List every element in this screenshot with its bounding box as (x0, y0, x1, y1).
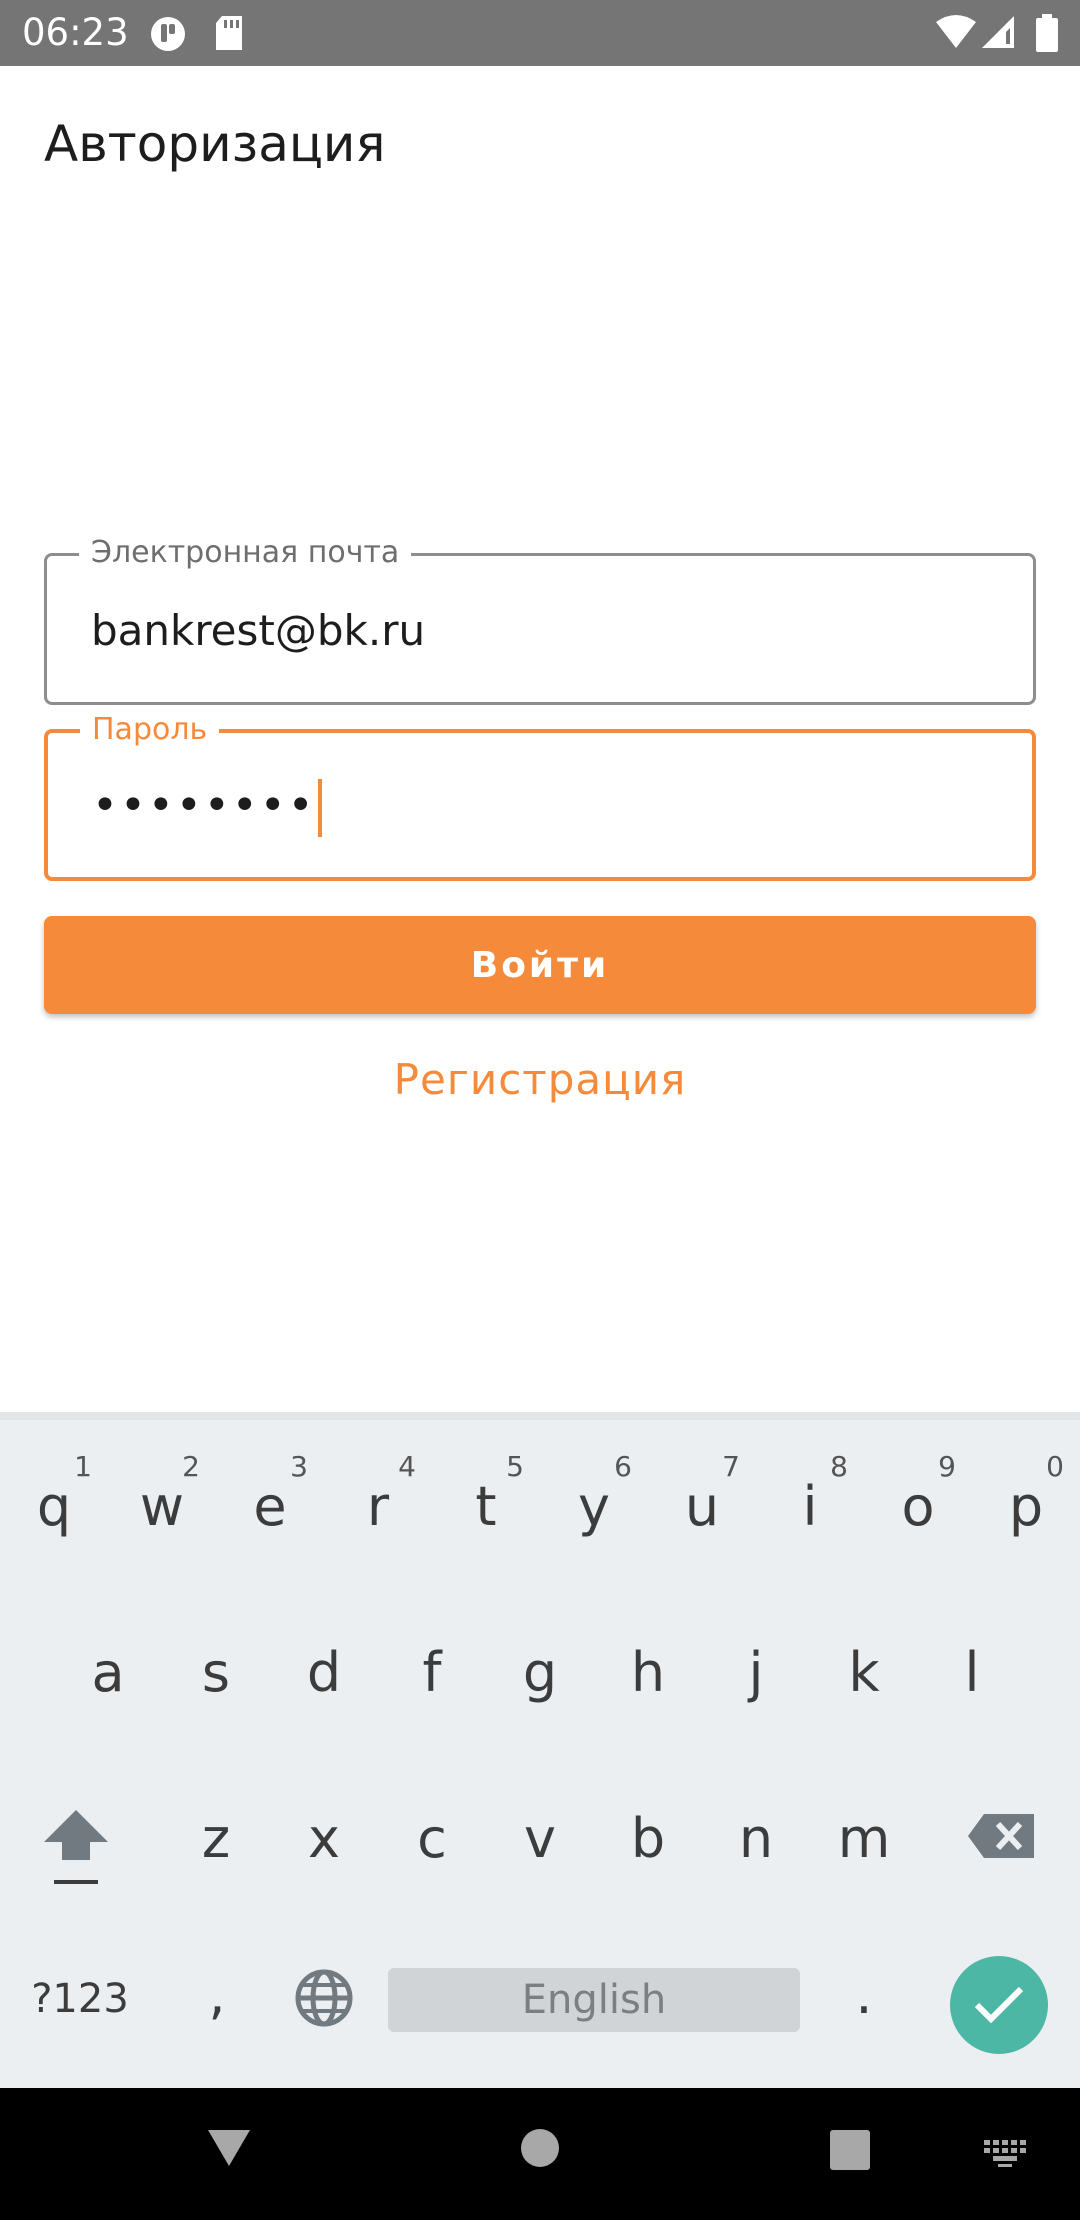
key-d[interactable]: d (292, 1638, 356, 1708)
key-hint: 0 (1046, 1450, 1064, 1483)
key-h[interactable]: h (616, 1638, 680, 1708)
backspace-key[interactable] (966, 1806, 1040, 1866)
key-b[interactable]: b (616, 1804, 680, 1874)
key-l[interactable]: l (940, 1638, 1004, 1708)
signal-icon (980, 14, 1016, 54)
status-bar: 06:23 (0, 0, 1080, 66)
key-s[interactable]: s (184, 1638, 248, 1708)
email-value[interactable]: bankrest@bk.ru (91, 606, 425, 656)
key-hint: 4 (398, 1450, 416, 1483)
key-hint: 3 (290, 1450, 308, 1483)
key-w[interactable]: w2 (130, 1452, 200, 1542)
key-label: y (578, 1475, 610, 1538)
key-hint: 8 (830, 1450, 848, 1483)
space-bar[interactable]: English (388, 1968, 800, 2032)
register-link[interactable]: Регистрация (0, 1050, 1080, 1110)
back-triangle-icon[interactable] (206, 2128, 252, 2172)
shift-key[interactable] (38, 1800, 114, 1890)
password-field[interactable]: Пароль •••••••• (44, 711, 1036, 881)
keyboard-icon[interactable] (984, 2140, 1028, 2172)
key-f[interactable]: f (400, 1638, 464, 1708)
wifi-icon (934, 14, 978, 54)
key-k[interactable]: k (832, 1638, 896, 1708)
key-label: o (901, 1475, 935, 1538)
key-e[interactable]: e3 (238, 1452, 308, 1542)
checkmark-icon (974, 1986, 1024, 2024)
key-label: q (36, 1475, 72, 1538)
key-label: i (802, 1475, 818, 1538)
key-label: r (366, 1475, 390, 1538)
key-label: t (475, 1475, 497, 1538)
key-i[interactable]: i8 (778, 1452, 848, 1542)
symbols-key[interactable]: ?123 (22, 1964, 138, 2034)
email-field[interactable]: Электронная почта bankrest@bk.ru (44, 534, 1036, 705)
key-v[interactable]: v (508, 1804, 572, 1874)
sd-card-icon (214, 14, 246, 58)
key-label: p (1008, 1475, 1044, 1538)
status-time: 06:23 (22, 11, 129, 54)
password-value[interactable]: •••••••• (92, 779, 322, 837)
key-hint: 9 (938, 1450, 956, 1483)
key-p[interactable]: p0 (994, 1452, 1064, 1542)
home-circle-icon[interactable] (520, 2128, 560, 2172)
key-r[interactable]: r4 (346, 1452, 416, 1542)
data-saver-icon (148, 14, 188, 58)
password-label: Пароль (80, 711, 220, 749)
key-t[interactable]: t5 (454, 1452, 524, 1542)
key-z[interactable]: z (184, 1804, 248, 1874)
key-label: u (684, 1475, 720, 1538)
key-label: w (139, 1475, 185, 1538)
battery-icon (1036, 14, 1058, 56)
key-q[interactable]: q1 (22, 1452, 92, 1542)
key-hint: 2 (182, 1450, 200, 1483)
recents-square-icon[interactable] (830, 2130, 870, 2174)
key-m[interactable]: m (826, 1804, 902, 1874)
email-label: Электронная почта (79, 534, 412, 572)
key-u[interactable]: u7 (670, 1452, 740, 1542)
key-a[interactable]: a (76, 1638, 140, 1708)
key-hint: 5 (506, 1450, 524, 1483)
navigation-bar (0, 2088, 1080, 2220)
key-c[interactable]: c (400, 1804, 464, 1874)
key-g[interactable]: g (508, 1638, 572, 1708)
key-x[interactable]: x (292, 1804, 356, 1874)
done-key[interactable] (950, 1956, 1048, 2054)
key-j[interactable]: j (724, 1638, 788, 1708)
text-cursor (317, 779, 322, 837)
key-label: e (253, 1475, 287, 1538)
shift-arrow-icon (44, 1810, 108, 1884)
password-masked-text: •••••••• (92, 780, 316, 831)
period-key[interactable]: . (832, 1960, 896, 2030)
keyboard: q1 w2 e3 r4 t5 y6 u7 i8 o9 p0 a s d f g … (0, 1412, 1080, 2096)
globe-icon (295, 1969, 353, 2027)
key-hint: 6 (614, 1450, 632, 1483)
login-button[interactable]: Войти (44, 916, 1036, 1014)
key-hint: 7 (722, 1450, 740, 1483)
key-n[interactable]: n (724, 1804, 788, 1874)
key-o[interactable]: o9 (886, 1452, 956, 1542)
backspace-icon (968, 1814, 1034, 1858)
page-title: Авторизация (44, 115, 386, 173)
key-y[interactable]: y6 (562, 1452, 632, 1542)
key-hint: 1 (74, 1450, 92, 1483)
comma-key[interactable]: , (192, 1960, 242, 2030)
language-key[interactable] (292, 1968, 356, 2032)
